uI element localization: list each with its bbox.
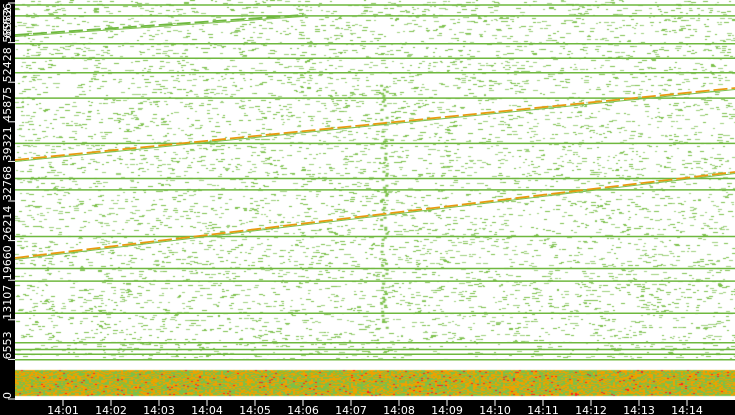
scan-line — [14, 171, 735, 259]
scan-line-shadow — [14, 88, 735, 163]
y-tick-label: 6553 — [1, 331, 14, 359]
y-tick-label: 45875 — [1, 87, 14, 122]
x-tick-label: 14:10 — [479, 404, 511, 415]
chart-axes: 0 6553 13107 19660 26214 32768 39321 45875 52428… — [1, 2, 735, 415]
y-tick-label: 0 — [1, 392, 14, 399]
x-tick-label: 14:08 — [383, 404, 415, 415]
port-time-chart: 0 6553 13107 19660 26214 32768 39321 45875 52428… — [0, 0, 735, 415]
x-tick-label: 14:02 — [95, 404, 127, 415]
x-tick-label: 14:12 — [575, 404, 607, 415]
x-tick-label: 14:09 — [431, 404, 463, 415]
x-tick-label: 14:11 — [527, 404, 559, 415]
y-tick-label: 65536 — [1, 3, 14, 38]
y-tick-label: 26214 — [1, 206, 14, 241]
x-tick-label: 14:03 — [143, 404, 175, 415]
scan-line-shadow — [14, 172, 735, 260]
y-tick-label: 13107 — [1, 285, 14, 320]
scan-line — [14, 14, 304, 36]
y-tick-label: 52428 — [1, 47, 14, 82]
x-tick-label: 14:04 — [191, 404, 223, 415]
x-tick-label: 14:07 — [335, 404, 367, 415]
x-tick-label: 14:01 — [47, 404, 79, 415]
x-tick-label: 14:06 — [287, 404, 319, 415]
x-tick-label: 14:13 — [623, 404, 655, 415]
y-tick-label: 19660 — [1, 245, 14, 280]
y-tick-label: 32768 — [1, 166, 14, 201]
scan-line-shadow — [14, 16, 304, 37]
y-tick-label: 39321 — [1, 126, 14, 161]
x-tick-label: 14:05 — [239, 404, 271, 415]
x-tick-label: 14:14 — [671, 404, 703, 415]
